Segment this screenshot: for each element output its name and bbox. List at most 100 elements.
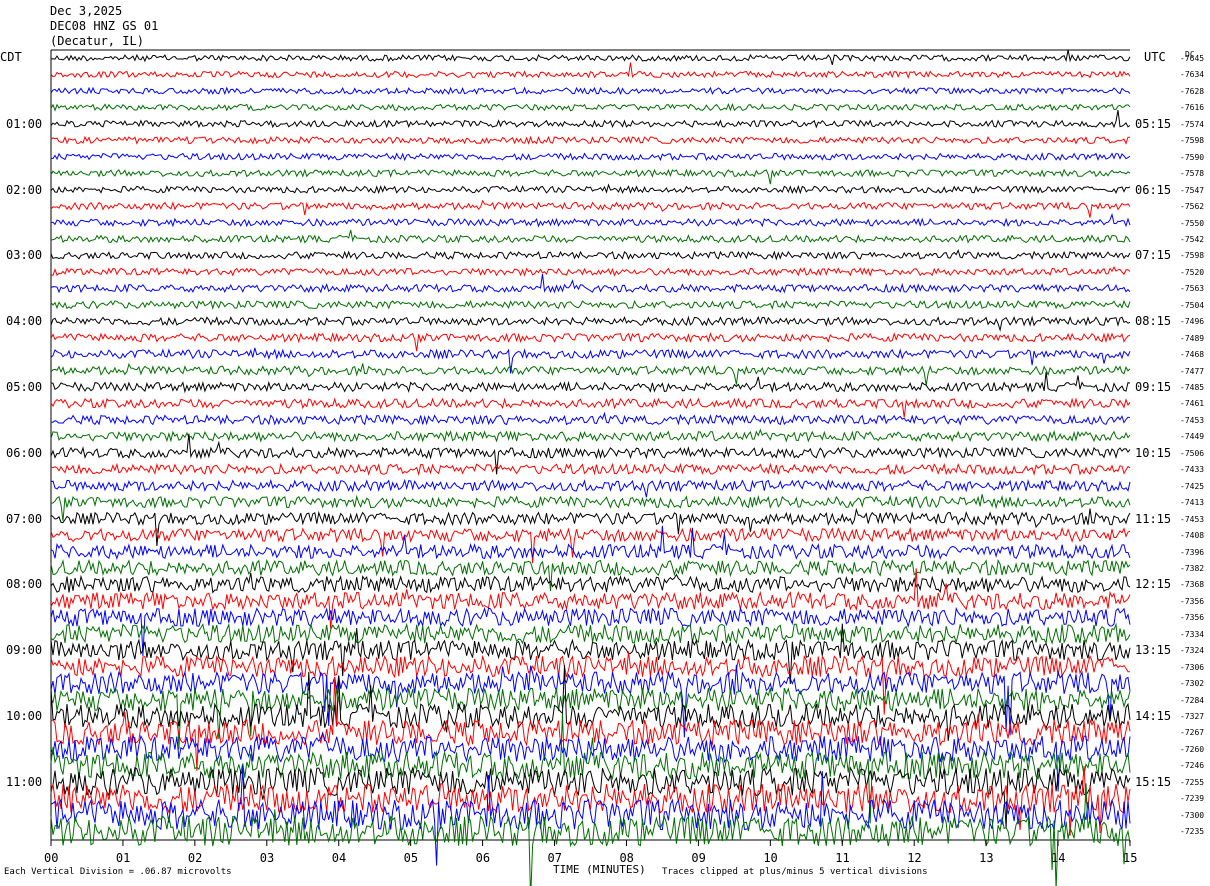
trace-offset-value: -7255	[1180, 777, 1205, 787]
seismic-trace-12	[50, 229, 1131, 244]
right-hour-label: 11:15	[1135, 511, 1172, 526]
x-tick-label: 02	[187, 851, 203, 865]
right-hour-label: 06:15	[1135, 182, 1172, 197]
x-tick-label: 12	[907, 851, 922, 865]
seismic-trace-13	[50, 249, 1131, 261]
trace-offset-value: -7506	[1180, 448, 1205, 458]
left-hour-label: 10:00	[6, 709, 43, 723]
x-tick-label: 05	[403, 851, 419, 865]
seismic-trace-15	[50, 273, 1131, 294]
seismic-trace-16	[50, 299, 1131, 310]
seismic-trace-7	[50, 151, 1131, 162]
seismic-trace-41	[50, 665, 1131, 741]
left-hour-label: 08:00	[6, 577, 43, 592]
seismic-trace-36	[50, 622, 1131, 645]
seismic-trace-4	[50, 103, 1131, 112]
right-hour-label: 12:15	[1135, 577, 1172, 592]
trace-offset-value: -7356	[1180, 613, 1205, 623]
trace-offset-value: -7239	[1180, 794, 1205, 804]
trace-offset-value: -7504	[1180, 300, 1205, 310]
trace-offset-value: -7396	[1180, 547, 1205, 557]
trace-offset-value: -7334	[1180, 629, 1205, 639]
right-hour-label: 13:15	[1135, 643, 1172, 658]
trace-offset-value: -7302	[1180, 679, 1205, 689]
trace-offset-value: -7550	[1180, 218, 1205, 228]
seismic-trace-9	[50, 183, 1131, 195]
right-hour-label: 07:15	[1135, 248, 1172, 263]
trace-offset-value: -7327	[1180, 712, 1205, 721]
seismic-trace-5	[50, 110, 1131, 129]
trace-offset-value: -7634	[1180, 70, 1205, 80]
trace-offset-value: -7260	[1180, 744, 1205, 754]
right-hour-label: 08:15	[1135, 314, 1172, 329]
trace-offset-value: -7574	[1180, 119, 1205, 129]
seismic-trace-30	[50, 526, 1131, 564]
trace-offset-value: -7433	[1180, 465, 1205, 475]
trace-offset-value: -7306	[1180, 662, 1205, 672]
x-tick-label: 03	[259, 851, 275, 865]
seismic-trace-11	[50, 212, 1131, 228]
trace-offset-value: -7449	[1180, 432, 1205, 442]
trace-offset-value: -7468	[1180, 350, 1205, 360]
x-tick-label: 10	[763, 851, 778, 865]
left-hour-label: 11:00	[6, 774, 43, 789]
seismic-trace-47	[50, 765, 1131, 866]
x-tick-label: 15	[1123, 851, 1138, 865]
trace-offset-value: -7267	[1180, 728, 1205, 738]
x-axis-label: TIME (MINUTES)	[553, 863, 646, 876]
x-tick-label: 01	[115, 851, 131, 865]
seismic-trace-2	[50, 62, 1131, 79]
trace-offset-value: -7542	[1180, 234, 1205, 244]
left-hour-label: 03:00	[6, 248, 43, 263]
trace-offset-value: -7408	[1180, 531, 1205, 541]
seismic-trace-35	[50, 606, 1131, 657]
left-hour-label: 09:00	[6, 643, 43, 658]
right-hour-label: 05:15	[1135, 116, 1172, 131]
left-hour-label: 02:00	[6, 182, 43, 197]
trace-offset-value: -7246	[1180, 761, 1205, 771]
left-hour-label: 07:00	[6, 511, 43, 526]
trace-offset-value: -7425	[1180, 481, 1205, 491]
scale-note: Each Vertical Division = .06.87 microvol…	[4, 867, 232, 877]
trace-offset-value: -7413	[1180, 498, 1205, 508]
left-hour-label: 04:00	[6, 314, 43, 329]
seismic-trace-32	[50, 558, 1131, 592]
helicorder-plot	[50, 49, 1131, 886]
trace-offset-value: -7489	[1180, 333, 1205, 343]
right-hour-label: 14:15	[1135, 709, 1172, 723]
trace-offset-value: -7578	[1180, 169, 1205, 179]
trace-offset-value: -7382	[1180, 563, 1205, 573]
trace-offset-value: -7324	[1180, 646, 1205, 656]
seismic-trace-10	[50, 199, 1131, 218]
seismic-trace-24	[50, 428, 1131, 443]
trace-offset-value: -7284	[1180, 695, 1205, 705]
trace-offset-value: -7616	[1180, 103, 1205, 113]
seismic-trace-27	[50, 478, 1131, 498]
trace-offset-value: -7453	[1180, 514, 1205, 524]
trace-offset-value: -7598	[1180, 251, 1205, 261]
x-tick-label: 13	[979, 851, 994, 865]
seismic-trace-20	[50, 362, 1131, 386]
right-hour-label: 09:15	[1135, 380, 1172, 394]
x-tick-label: 06	[475, 851, 491, 865]
x-tick-label: 09	[691, 851, 706, 865]
trace-offset-value: -7485	[1180, 383, 1205, 392]
trace-offset-value: -7477	[1180, 366, 1205, 376]
x-tick-label: 14	[1051, 851, 1066, 865]
trace-offset-value: -7235	[1180, 827, 1205, 837]
seismic-trace-22	[50, 397, 1131, 418]
x-tick-label: 00	[44, 851, 59, 865]
trace-offset-value: -7453	[1180, 415, 1205, 425]
clip-note: Traces clipped at plus/minus 5 vertical …	[662, 867, 928, 877]
seismic-trace-6	[50, 135, 1130, 145]
trace-offset-value: -7520	[1180, 267, 1205, 277]
x-tick-label: 11	[835, 851, 850, 865]
trace-offset-value: -7598	[1180, 136, 1205, 146]
right-hour-label: 10:15	[1135, 445, 1172, 460]
x-tick-label: 04	[331, 851, 347, 865]
seismic-trace-17	[50, 315, 1131, 332]
left-hour-label: 01:00	[6, 116, 43, 131]
left-hour-label: 06:00	[6, 445, 43, 460]
trace-offset-value: -7590	[1180, 152, 1205, 162]
seismic-trace-26	[50, 462, 1131, 477]
